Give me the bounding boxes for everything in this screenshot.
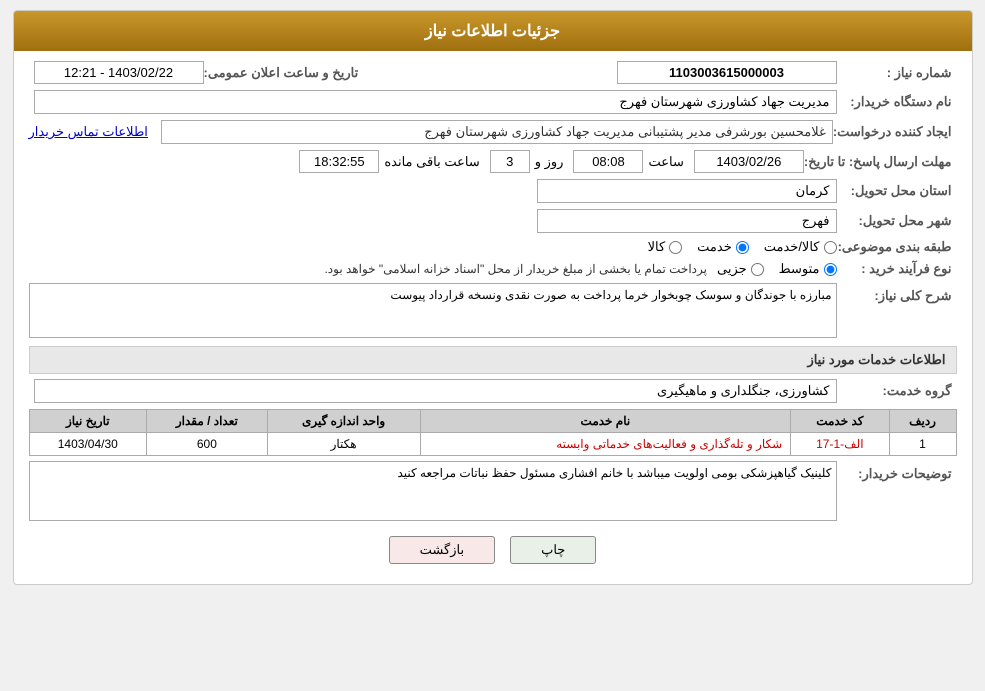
category-label-khedmat: خدمت xyxy=(697,239,732,255)
print-button[interactable]: چاپ xyxy=(510,536,596,564)
need-number-label: شماره نیاز : xyxy=(837,65,957,81)
cell-code: الف-1-17 xyxy=(791,433,889,456)
process-option-jozi: جزیی xyxy=(717,261,764,277)
announce-date-label: تاریخ و ساعت اعلان عمومی: xyxy=(204,65,364,81)
category-row: طبقه بندی موضوعی: کالا خدمت کالا/خدمت xyxy=(29,239,957,255)
cell-unit: هکتار xyxy=(267,433,420,456)
need-desc-label: شرح کلی نیاز: xyxy=(837,283,957,304)
header-title: جزئیات اطلاعات نیاز xyxy=(425,23,560,40)
process-option-motavasset: متوسط xyxy=(779,261,837,277)
city-value: فهرج xyxy=(537,209,837,233)
category-option-khedmat: خدمت xyxy=(697,239,749,255)
cell-quantity: 600 xyxy=(147,433,268,456)
services-table: ردیف کد خدمت نام خدمت واحد اندازه گیری ت… xyxy=(29,409,957,456)
cell-row: 1 xyxy=(889,433,956,456)
category-label-kala: کالا xyxy=(648,239,666,255)
content-area: شماره نیاز : 1103003615000003 تاریخ و سا… xyxy=(14,51,972,584)
page-header: جزئیات اطلاعات نیاز xyxy=(14,11,972,51)
province-label: استان محل تحویل: xyxy=(837,183,957,199)
button-row: چاپ بازگشت xyxy=(29,536,957,564)
time-label: ساعت xyxy=(648,154,683,170)
creator-value: غلامحسین بورشرفی مدیر پشتیبانی مدیریت جه… xyxy=(161,120,833,144)
category-radio-kala[interactable] xyxy=(669,241,682,254)
col-service-name: نام خدمت xyxy=(420,410,791,433)
col-row: ردیف xyxy=(889,410,956,433)
process-label: نوع فرآیند خرید : xyxy=(837,261,957,277)
buyer-notes-label: توضیحات خریدار: xyxy=(837,461,957,482)
remaining-value: 18:32:55 xyxy=(299,150,379,173)
col-code: کد خدمت xyxy=(791,410,889,433)
col-date: تاریخ نیاز xyxy=(29,410,147,433)
remaining-label: ساعت باقی مانده xyxy=(384,154,479,170)
buyer-name-row: نام دستگاه خریدار: مدیریت جهاد کشاورزی ش… xyxy=(29,90,957,114)
creator-row: ایجاد کننده درخواست: غلامحسین بورشرفی مد… xyxy=(29,120,957,144)
col-quantity: تعداد / مقدار xyxy=(147,410,268,433)
process-radio-motavasset[interactable] xyxy=(824,263,837,276)
deadline-date: 1403/02/26 xyxy=(694,150,804,173)
service-group-label: گروه خدمت: xyxy=(837,383,957,399)
process-radio-jozi[interactable] xyxy=(751,263,764,276)
announce-date-value: 1403/02/22 - 12:21 xyxy=(34,61,204,84)
category-radio-khedmat[interactable] xyxy=(736,241,749,254)
service-group-value: کشاورزی، جنگلداری و ماهیگیری xyxy=(34,379,837,403)
back-button[interactable]: بازگشت xyxy=(389,536,495,564)
main-container: جزئیات اطلاعات نیاز شماره نیاز : 1103003… xyxy=(13,10,973,585)
buyer-notes-row: توضیحات خریدار: xyxy=(29,461,957,521)
cell-service-name: شکار و تله‌گذاری و فعالیت‌های خدماتی واب… xyxy=(420,433,791,456)
day-value: 3 xyxy=(490,150,530,173)
process-label-motavasset: متوسط xyxy=(779,261,820,277)
table-row: 1 الف-1-17 شکار و تله‌گذاری و فعالیت‌های… xyxy=(29,433,956,456)
buyer-name-value: مدیریت جهاد کشاورزی شهرستان فهرج xyxy=(34,90,837,114)
buyer-name-label: نام دستگاه خریدار: xyxy=(837,94,957,110)
buyer-notes-textarea[interactable] xyxy=(29,461,837,521)
category-label: طبقه بندی موضوعی: xyxy=(837,239,957,255)
day-label: روز و xyxy=(535,154,564,170)
service-group-row: گروه خدمت: کشاورزی، جنگلداری و ماهیگیری xyxy=(29,379,957,403)
need-desc-row: شرح کلی نیاز: xyxy=(29,283,957,338)
col-unit: واحد اندازه گیری xyxy=(267,410,420,433)
need-number-row: شماره نیاز : 1103003615000003 تاریخ و سا… xyxy=(29,61,957,84)
creator-label: ایجاد کننده درخواست: xyxy=(833,124,957,140)
category-option-kala-khedmat: کالا/خدمت xyxy=(764,239,837,255)
deadline-row: مهلت ارسال پاسخ: تا تاریخ: 1403/02/26 سا… xyxy=(29,150,957,173)
category-radio-group: کالا خدمت کالا/خدمت xyxy=(648,239,837,255)
process-note: پرداخت تمام یا بخشی از مبلغ خریدار از مح… xyxy=(29,262,707,276)
contact-link[interactable]: اطلاعات تماس خریدار xyxy=(29,124,148,140)
category-option-kala: کالا xyxy=(648,239,683,255)
need-number-value: 1103003615000003 xyxy=(617,61,837,84)
province-row: استان محل تحویل: کرمان xyxy=(29,179,957,203)
city-label: شهر محل تحویل: xyxy=(837,213,957,229)
process-row: نوع فرآیند خرید : جزیی متوسط پرداخت تمام… xyxy=(29,261,957,277)
process-radio-group: جزیی متوسط xyxy=(717,261,837,277)
time-value: 08:08 xyxy=(573,150,643,173)
cell-date: 1403/04/30 xyxy=(29,433,147,456)
deadline-label: مهلت ارسال پاسخ: تا تاریخ: xyxy=(804,154,957,170)
province-value: کرمان xyxy=(537,179,837,203)
services-section-header: اطلاعات خدمات مورد نیاز xyxy=(29,346,957,374)
process-label-jozi: جزیی xyxy=(717,261,747,277)
category-radio-kala-khedmat[interactable] xyxy=(824,241,837,254)
city-row: شهر محل تحویل: فهرج xyxy=(29,209,957,233)
need-desc-textarea[interactable] xyxy=(29,283,837,338)
category-label-kala-khedmat: کالا/خدمت xyxy=(764,239,820,255)
